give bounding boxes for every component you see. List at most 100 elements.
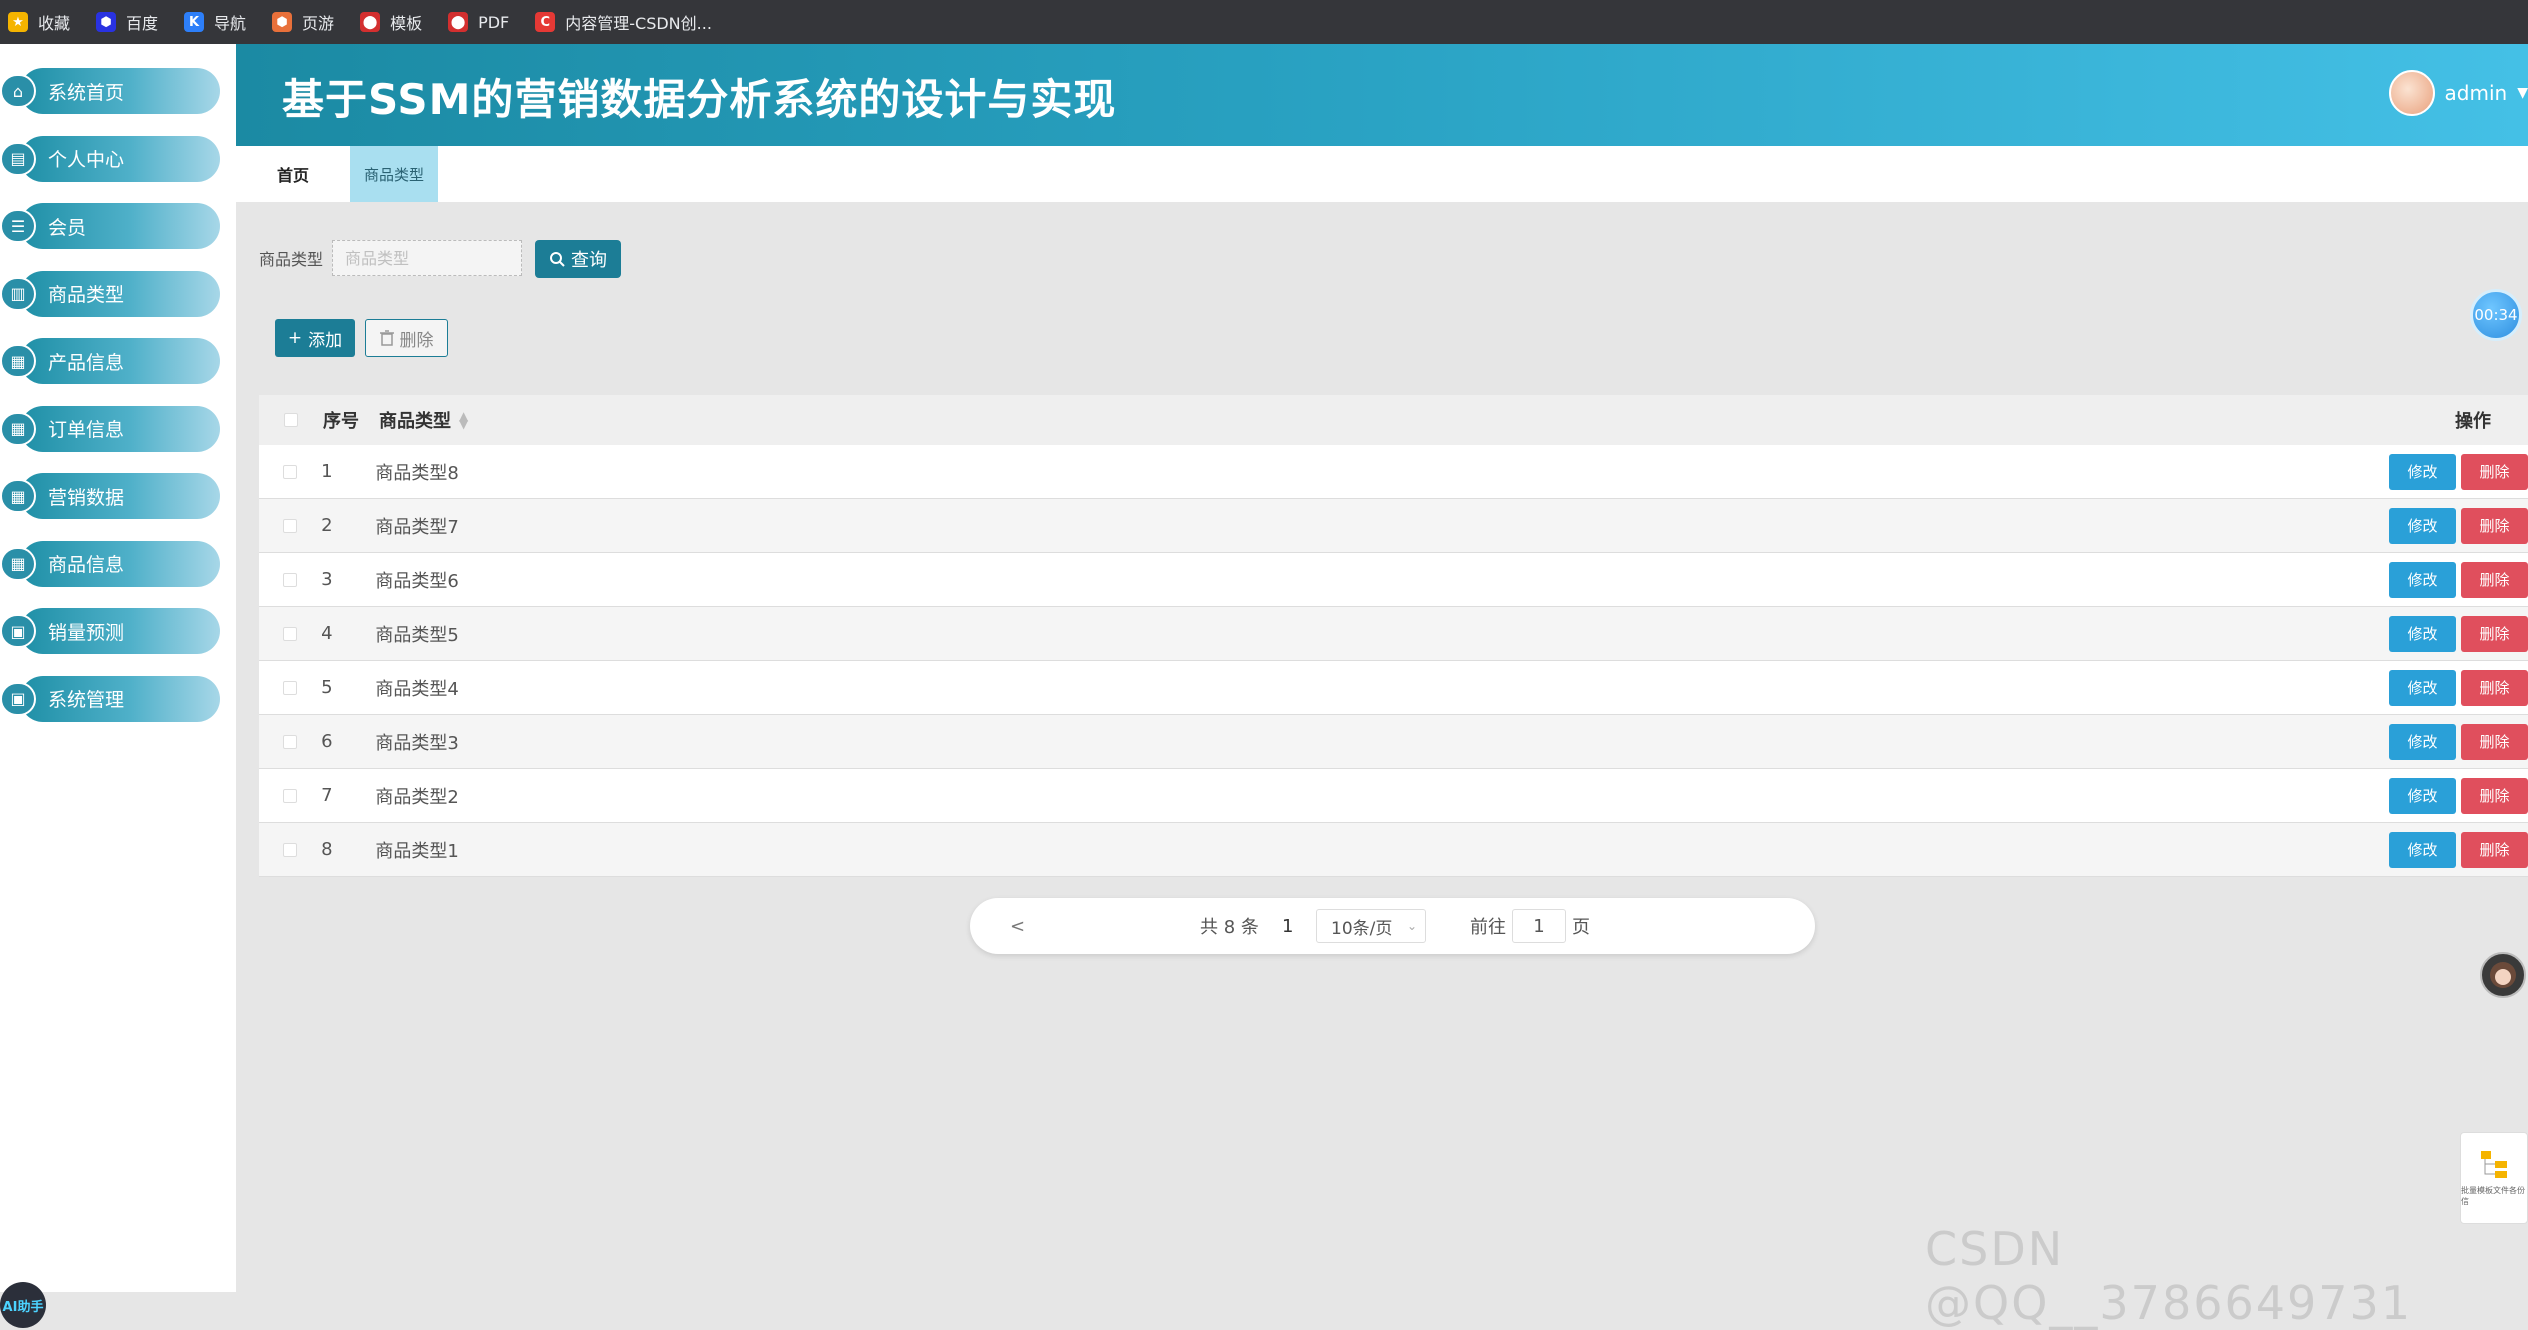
bookmark-2[interactable]: K 导航	[184, 10, 246, 34]
sidebar-item-7[interactable]: ▦ 商品信息	[0, 540, 220, 587]
game-shield-icon: ⬢	[272, 12, 293, 32]
row-actions: 修改 删除	[2389, 507, 2528, 544]
row-checkbox[interactable]	[283, 518, 298, 533]
assistant-avatar-button[interactable]	[2480, 952, 2526, 998]
breadcrumb-tabs: 首页 商品类型	[236, 146, 2528, 202]
bookmark-0[interactable]: ★ 收藏	[8, 10, 70, 34]
delete-button[interactable]: 删除	[2461, 669, 2528, 706]
edit-button[interactable]: 修改	[2389, 561, 2456, 598]
delete-button[interactable]: 删除	[2461, 507, 2528, 544]
delete-button[interactable]: 删除	[2461, 777, 2528, 814]
batch-delete-button[interactable]: 删除	[365, 319, 448, 357]
row-checkbox[interactable]	[283, 842, 298, 857]
user-menu[interactable]: admin ▼	[2388, 70, 2528, 116]
table-body: 1 商品类型8 修改 删除 2 商品类型7 修改 删除 3 商品类型6 修改 删除 4 商品类型5 修改 删除…	[259, 445, 2528, 877]
search-label: 商品类型	[259, 250, 324, 269]
edit-button[interactable]: 修改	[2389, 831, 2456, 868]
ai-assistant-badge[interactable]: AI助手	[0, 1282, 46, 1328]
sidebar-item-8[interactable]: ▣ 销量预测	[0, 608, 220, 654]
header-name-label: 商品类型	[379, 411, 451, 432]
edit-button[interactable]: 修改	[2389, 507, 2456, 544]
sidebar-item-4[interactable]: ▦ 产品信息	[0, 338, 220, 384]
row-checkbox[interactable]	[283, 680, 298, 695]
search-icon	[550, 252, 565, 267]
sidebar-item-6[interactable]: ▦ 营销数据	[0, 473, 220, 519]
row-checkbox[interactable]	[283, 572, 298, 587]
page-size-select[interactable]: 10条/页 ⌄	[1316, 909, 1426, 943]
pdf-icon: ⬤	[448, 12, 469, 32]
bookmark-label: 导航	[214, 14, 247, 33]
delete-button[interactable]: 删除	[2461, 561, 2528, 598]
sidebar-item-label: 系统管理	[20, 675, 220, 722]
delete-button[interactable]: 删除	[2461, 453, 2528, 490]
tab-product-type[interactable]: 商品类型	[350, 146, 438, 202]
table-row: 5 商品类型4 修改 删除	[259, 661, 2528, 715]
edit-button[interactable]: 修改	[2389, 453, 2456, 490]
row-actions: 修改 删除	[2389, 831, 2528, 868]
avatar[interactable]	[2388, 70, 2435, 116]
home-icon: ⌂	[0, 74, 36, 108]
delete-button[interactable]: 删除	[2461, 831, 2528, 868]
sidebar-item-1[interactable]: ▤ 个人中心	[0, 135, 220, 182]
table-row: 4 商品类型5 修改 删除	[259, 607, 2528, 661]
sidebar-item-5[interactable]: ▦ 订单信息	[0, 405, 220, 452]
bookmark-label: 页游	[302, 14, 335, 33]
row-index: 2	[321, 515, 333, 536]
edit-button[interactable]: 修改	[2389, 669, 2456, 706]
bookmark-label: 收藏	[38, 14, 71, 33]
row-checkbox[interactable]	[283, 464, 298, 479]
row-name: 商品类型3	[375, 732, 459, 754]
trash-icon	[379, 330, 394, 346]
sidebar-item-0[interactable]: ⌂ 系统首页	[0, 68, 220, 114]
row-checkbox[interactable]	[283, 788, 298, 803]
sidebar-item-label: 订单信息	[20, 405, 220, 452]
row-checkbox[interactable]	[283, 626, 298, 641]
delete-button[interactable]: 删除	[2461, 615, 2528, 652]
row-actions: 修改 删除	[2389, 561, 2528, 598]
goto-page: 前往 1 页	[1470, 898, 1590, 954]
edit-button[interactable]: 修改	[2389, 723, 2456, 760]
header-name[interactable]: 商品类型 ▲ ▼	[379, 407, 2455, 433]
table-header: 序号 商品类型 ▲ ▼ 操作	[259, 395, 2528, 445]
current-page[interactable]: 1	[1282, 898, 1293, 954]
prev-page-button[interactable]: <	[1010, 898, 1025, 954]
bookmark-6[interactable]: C 内容管理-CSDN创...	[535, 10, 712, 34]
folder-tree-icon	[2481, 1151, 2507, 1178]
grid-icon: ▦	[0, 344, 36, 378]
row-checkbox[interactable]	[283, 734, 298, 749]
tab-home[interactable]: 首页	[236, 146, 350, 202]
select-all-checkbox[interactable]	[284, 413, 298, 427]
edit-button[interactable]: 修改	[2389, 777, 2456, 814]
sidebar-item-9[interactable]: ▣ 系统管理	[0, 675, 220, 722]
row-index: 6	[321, 731, 333, 752]
floating-file-panel[interactable]: 批量模板文件各份信	[2460, 1132, 2528, 1224]
row-actions: 修改 删除	[2389, 453, 2528, 490]
bookmark-4[interactable]: ⬤ 模板	[360, 10, 422, 34]
sidebar-item-2[interactable]: ☰ 会员	[0, 203, 220, 249]
table-row: 8 商品类型1 修改 删除	[259, 823, 2528, 877]
sort-icon[interactable]: ▲ ▼	[459, 410, 468, 430]
delete-button[interactable]: 删除	[2461, 723, 2528, 760]
sidebar-item-label: 销量预测	[20, 608, 220, 654]
sidebar-item-label: 商品类型	[20, 270, 220, 317]
bookmark-1[interactable]: ⬢ 百度	[96, 10, 158, 34]
chevron-down-icon[interactable]: ▼	[2517, 85, 2528, 101]
search-input[interactable]	[332, 240, 522, 276]
username[interactable]: admin	[2445, 81, 2508, 105]
row-name: 商品类型2	[375, 786, 459, 808]
add-button[interactable]: + 添加	[275, 319, 355, 357]
query-button[interactable]: 查询	[535, 240, 621, 278]
goto-page-input[interactable]: 1	[1512, 909, 1566, 943]
sidebar-item-3[interactable]: ▥ 商品类型	[0, 270, 220, 317]
floating-panel-label: 批量模板文件各份信	[2461, 1186, 2525, 1206]
bookmark-5[interactable]: ⬤ PDF	[448, 12, 509, 32]
table-row: 3 商品类型6 修改 删除	[259, 553, 2528, 607]
sidebar-item-label: 产品信息	[20, 338, 220, 384]
timer-badge[interactable]: 00:34	[2470, 289, 2522, 341]
sidebar-item-label: 营销数据	[20, 473, 220, 519]
header-ops: 操作	[2455, 411, 2491, 432]
table-row: 7 商品类型2 修改 删除	[259, 769, 2528, 823]
edit-button[interactable]: 修改	[2389, 615, 2456, 652]
sidebar-item-label: 个人中心	[20, 135, 220, 182]
bookmark-3[interactable]: ⬢ 页游	[272, 10, 334, 34]
